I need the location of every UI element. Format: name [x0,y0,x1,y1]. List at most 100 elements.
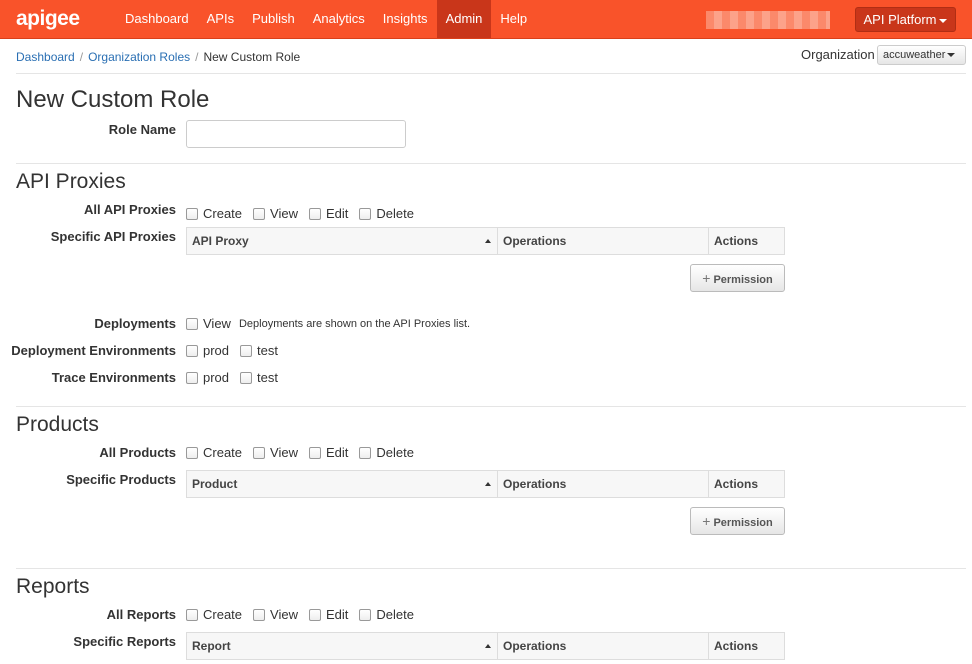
organization-selected: accuweather [883,49,946,61]
products-table-header: Product Operations Actions [186,470,785,498]
trace-env-test-option[interactable]: test [240,370,278,385]
deploy-env-prod-checkbox[interactable] [186,344,198,357]
trace-env-test-checkbox[interactable] [240,371,253,384]
reports-create-option[interactable]: Create [186,607,242,622]
reports-delete-checkbox[interactable] [359,608,372,621]
deployment-environments-options: prod test [186,343,289,358]
products-edit-option[interactable]: Edit [308,445,349,460]
deployments-label: Deployments [94,316,176,331]
nav-apis[interactable]: APIs [198,0,243,38]
deploy-env-test-checkbox[interactable] [240,344,253,357]
add-api-proxy-permission-button[interactable]: + Permission [690,264,785,292]
option-label: test [257,343,278,358]
reports-view-option[interactable]: View [253,607,298,622]
nav-admin[interactable]: Admin [436,0,492,38]
api-proxies-heading: API Proxies [16,170,126,193]
all-products-label: All Products [99,445,176,460]
reports-edit-checkbox[interactable] [308,608,321,621]
products-edit-checkbox[interactable] [308,446,321,459]
sort-ascending-icon [485,239,491,243]
trace-environments-label: Trace Environments [51,370,176,385]
api-proxy-column-header[interactable]: API Proxy [187,228,498,254]
breadcrumb-organization-roles[interactable]: Organization Roles [88,50,190,64]
nav-dashboard[interactable]: Dashboard [116,0,198,38]
apigee-logo[interactable]: apigee [16,7,80,31]
nav-analytics[interactable]: Analytics [304,0,374,38]
option-label: Delete [376,445,414,460]
actions-column-header: Actions [714,639,759,653]
breadcrumb-current: New Custom Role [203,50,301,64]
option-label: test [257,370,278,385]
products-view-option[interactable]: View [253,445,298,460]
option-label: Create [203,607,243,622]
breadcrumb-separator: / [79,50,84,64]
api-proxies-delete-checkbox[interactable] [359,207,372,220]
deploy-env-test-option[interactable]: test [240,343,278,358]
operations-column-header: Operations [498,633,709,659]
breadcrumb: Dashboard / Organization Roles / New Custom … [16,50,300,64]
option-label: Edit [325,445,349,460]
option-label: Create [203,445,243,460]
api-platform-dropdown[interactable]: API Platform [855,7,956,32]
option-label: View [270,206,298,221]
trace-env-prod-option[interactable]: prod [186,370,229,385]
role-name-label: Role Name [108,122,176,137]
reports-view-checkbox[interactable] [253,608,266,621]
all-api-proxies-options: Create View Edit Delete [186,206,425,221]
reports-create-checkbox[interactable] [186,608,198,621]
report-column-header[interactable]: Report [187,633,498,659]
divider [16,163,966,164]
sort-ascending-icon [485,644,491,648]
option-label: Create [203,206,243,221]
breadcrumb-dashboard[interactable]: Dashboard [16,50,75,64]
reports-heading: Reports [16,575,90,598]
deployments-hint: Deployments are shown on the API Proxies… [238,317,471,330]
deployments-view-checkbox[interactable] [186,317,198,330]
reports-delete-option[interactable]: Delete [359,607,414,622]
api-proxies-view-option[interactable]: View [253,206,298,221]
api-proxies-create-checkbox[interactable] [186,207,198,220]
products-delete-option[interactable]: Delete [359,445,414,460]
nav-insights[interactable]: Insights [374,0,437,38]
organization-select[interactable]: accuweather [877,45,966,65]
deployments-view-option[interactable]: View [186,316,231,331]
main-nav: Dashboard APIs Publish Analytics Insight… [116,0,536,38]
caret-down-icon [939,18,948,23]
operations-column-header: Operations [498,471,709,497]
products-create-checkbox[interactable] [186,446,198,459]
trace-env-prod-checkbox[interactable] [186,371,198,384]
column-label: Product [192,477,238,491]
products-heading: Products [16,413,99,436]
actions-column-header: Actions [714,234,759,248]
product-column-header[interactable]: Product [187,471,498,497]
option-label: View [270,607,298,622]
role-name-input[interactable] [186,120,406,148]
option-label: View [203,316,231,331]
products-view-checkbox[interactable] [253,446,266,459]
divider [16,568,966,569]
option-label: prod [203,370,230,385]
divider [16,73,966,74]
all-reports-options: Create View Edit Delete [186,607,425,622]
add-product-permission-button[interactable]: + Permission [690,507,785,535]
api-proxies-edit-option[interactable]: Edit [308,206,348,221]
api-proxies-delete-option[interactable]: Delete [359,206,414,221]
plus-icon: + [702,513,711,529]
reports-table-header: Report Operations Actions [186,632,785,660]
products-create-option[interactable]: Create [186,445,242,460]
specific-reports-label: Specific Reports [73,634,176,649]
user-account-menu[interactable] [706,11,830,29]
api-proxies-edit-checkbox[interactable] [308,207,321,220]
top-navbar: apigee Dashboard APIs Publish Analytics … [0,0,972,39]
api-proxies-create-option[interactable]: Create [186,206,242,221]
nav-help[interactable]: Help [491,0,536,38]
reports-edit-option[interactable]: Edit [308,607,348,622]
products-delete-checkbox[interactable] [359,446,372,459]
deploy-env-prod-option[interactable]: prod [186,343,229,358]
caret-down-icon [947,53,956,58]
all-reports-label: All Reports [106,607,176,622]
nav-publish[interactable]: Publish [243,0,304,38]
actions-column-header: Actions [714,477,759,491]
plus-icon: + [702,270,711,286]
api-proxies-view-checkbox[interactable] [253,207,266,220]
